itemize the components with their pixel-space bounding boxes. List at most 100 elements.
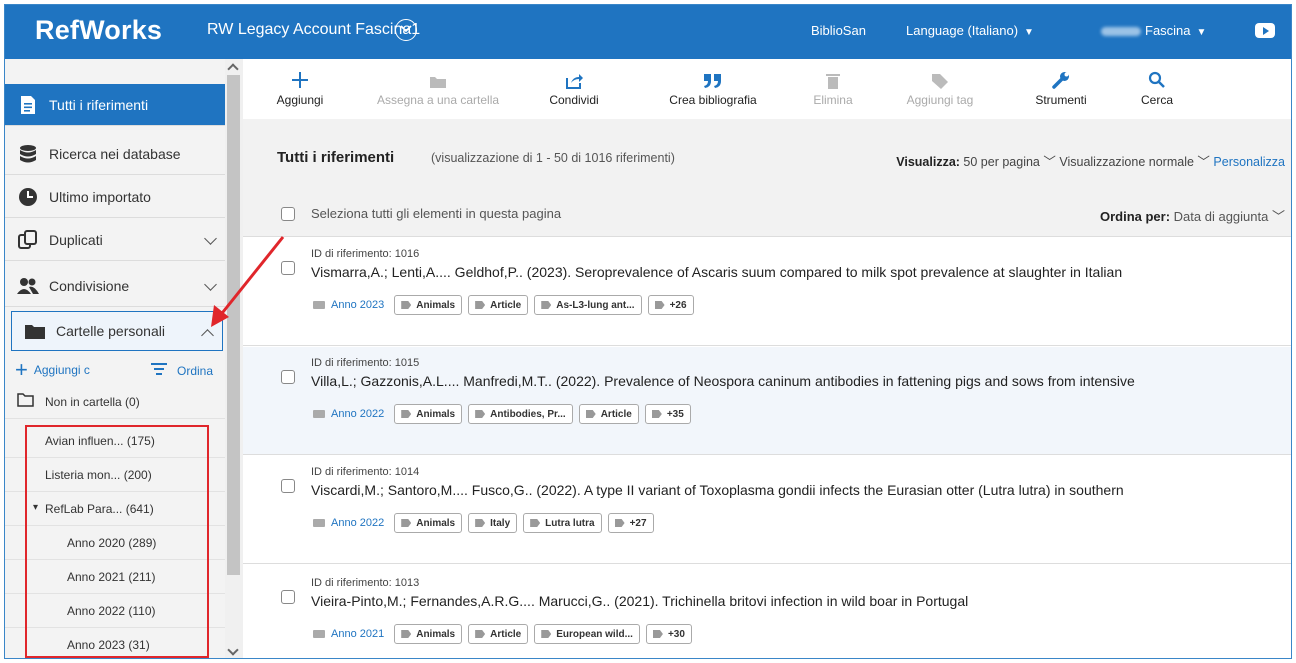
language-menu[interactable]: Language (Italiano) ▼ [906,23,1034,38]
tag-icon [530,519,541,527]
more-tags-chip[interactable]: +35 [644,404,691,424]
share-button[interactable]: Condividi [539,59,609,119]
tools-label: Strumenti [1035,93,1087,107]
institution-link[interactable]: BiblioSan [811,23,866,38]
sort-label: Ordina per: [1099,209,1171,224]
search-button[interactable]: Cerca [1127,59,1187,119]
sidebar-item-label: Ricerca nei database [49,145,181,162]
database-icon [17,143,39,165]
more-tags-chip[interactable]: +27 [607,513,654,533]
reference-row[interactable]: ID di riferimento: 1014 Viscardi,M.; San… [243,456,1291,564]
share-icon [539,59,609,89]
tag-label: European wild... [556,628,633,640]
select-all-label[interactable]: Seleziona tutti gli elementi in questa p… [311,206,561,221]
tag-chip[interactable]: Article [578,404,639,424]
folder-tag[interactable]: Anno 2023 [313,299,384,311]
create-bibliography-button[interactable]: Crea bibliografia [653,59,773,119]
select-all-row: Seleziona tutti gli elementi in questa p… [243,171,1291,237]
tag-chip[interactable]: Animals [394,513,463,533]
tag-label: Article [600,408,632,420]
chevron-down-icon[interactable] [204,232,217,245]
sidebar-item-database-search[interactable]: Ricerca nei database [5,133,225,175]
assign-folder-button[interactable]: Assegna a una cartella [363,59,513,119]
folder-tag[interactable]: Anno 2021 [313,628,384,640]
add-tag-button[interactable]: Aggiungi tag [895,59,985,119]
reference-checkbox[interactable] [281,479,295,493]
reference-row[interactable]: ID di riferimento: 1013 Vieira-Pinto,M.;… [243,567,1291,658]
delete-button[interactable]: Elimina [803,59,863,119]
order-folders-button[interactable]: Ordina [151,363,213,378]
view-mode-select[interactable]: Visualizzazione normale ﹀ [1059,155,1210,169]
duplicates-icon [17,229,39,251]
add-folder-button[interactable]: + Aggiungi c [15,359,90,381]
tag-chip[interactable]: Article [468,295,529,315]
folder-tag-label: Anno 2023 [331,299,385,311]
tag-chip[interactable]: Article [468,624,529,644]
reference-id: ID di riferimento: 1014 [311,466,420,478]
account-name[interactable]: RW Legacy Account Fascina1 [207,21,420,39]
reference-checkbox[interactable] [281,370,295,384]
tag-icon [401,301,412,309]
tag-icon [401,519,412,527]
tag-chip[interactable]: European wild... [534,624,640,644]
top-bar: RefWorks RW Legacy Account Fascina1 Bibl… [5,5,1291,59]
tag-chip[interactable]: Animals [394,404,463,424]
tag-chip[interactable]: Antibodies, Pr... [468,404,573,424]
add-label: Aggiungi [276,93,324,107]
per-page-select[interactable]: 50 per pagina ﹀ [963,155,1055,169]
customize-link[interactable]: Personalizza [1213,155,1285,169]
sidebar-item-label: Tutti i riferimenti [49,96,149,113]
folder-tag[interactable]: Anno 2022 [313,408,384,420]
sidebar-item-all-references[interactable]: Tutti i riferimenti [5,84,225,126]
sidebar-scrollbar-thumb[interactable] [227,75,240,575]
tag-icon [475,410,486,418]
reference-title[interactable]: Villa,L.; Gazzonis,A.L.... Manfredi,M.T.… [311,373,1291,389]
add-button[interactable]: Aggiungi [265,59,335,119]
more-tags-chip[interactable]: +26 [647,295,694,315]
chevron-up-icon[interactable] [201,329,214,342]
sidebar-item-duplicates[interactable]: Duplicati [5,219,225,261]
reference-checkbox[interactable] [281,590,295,604]
caret-down-icon: ▼ [1024,27,1034,38]
reference-title[interactable]: Viscardi,M.; Santoro,M.... Fusco,G.. (20… [311,482,1291,498]
select-all-checkbox[interactable] [281,207,295,221]
tag-chip[interactable]: Italy [468,513,518,533]
logo: RefWorks [35,15,163,45]
wrench-icon [1021,59,1101,89]
tag-label: Italy [490,517,511,529]
results-count: (visualizzazione di 1 - 50 di 1016 rifer… [431,151,675,165]
folder-icon [363,59,513,89]
tag-icon [651,410,662,418]
sort-control[interactable]: Ordina per: Data di aggiunta ﹀ [1100,206,1285,225]
folder-icon [313,630,325,638]
tag-chip[interactable]: Animals [394,624,463,644]
reference-checkbox[interactable] [281,261,295,275]
tools-button[interactable]: Strumenti [1021,59,1101,119]
tag-chip[interactable]: As-L3-lung ant... [534,295,642,315]
sidebar-item-last-imported[interactable]: Ultimo importato [5,176,225,218]
tag-label: +30 [667,628,685,640]
reference-row[interactable]: ID di riferimento: 1016 Vismarra,A.; Len… [243,238,1291,346]
more-tags-chip[interactable]: +30 [645,624,692,644]
tag-chip[interactable]: Animals [394,295,463,315]
reference-row[interactable]: ID di riferimento: 1015 Villa,L.; Gazzon… [243,347,1291,455]
tree-item-unfiled[interactable]: Non in cartella (0) [5,385,225,419]
account-chevron-icon[interactable] [395,19,417,41]
sidebar-item-personal-folders[interactable]: Cartelle personali [11,311,223,351]
chevron-down-icon[interactable] [204,278,217,291]
tag-chip[interactable]: Lutra lutra [523,513,602,533]
video-play-icon[interactable] [1255,23,1275,38]
share-label: Condividi [549,93,599,107]
sidebar-item-sharing[interactable]: Condivisione [5,265,225,307]
reference-title[interactable]: Vieira-Pinto,M.; Fernandes,A.R.G.... Mar… [311,593,1291,609]
folder-tag[interactable]: Anno 2022 [313,517,384,529]
tag-label: +27 [629,517,647,529]
delete-label: Elimina [813,93,853,107]
tag-icon [654,301,665,309]
chevron-down-icon: ﹀ [1271,209,1285,224]
tag-label: Animals [416,299,456,311]
user-menu[interactable]: Fascina ▼ [1101,23,1206,38]
reference-title[interactable]: Vismarra,A.; Lenti,A.... Geldhof,P.. (20… [311,264,1291,280]
tag-label: Animals [416,628,456,640]
reference-tags: Anno 2022 Animals Antibodies, Pr... Arti… [313,403,697,425]
